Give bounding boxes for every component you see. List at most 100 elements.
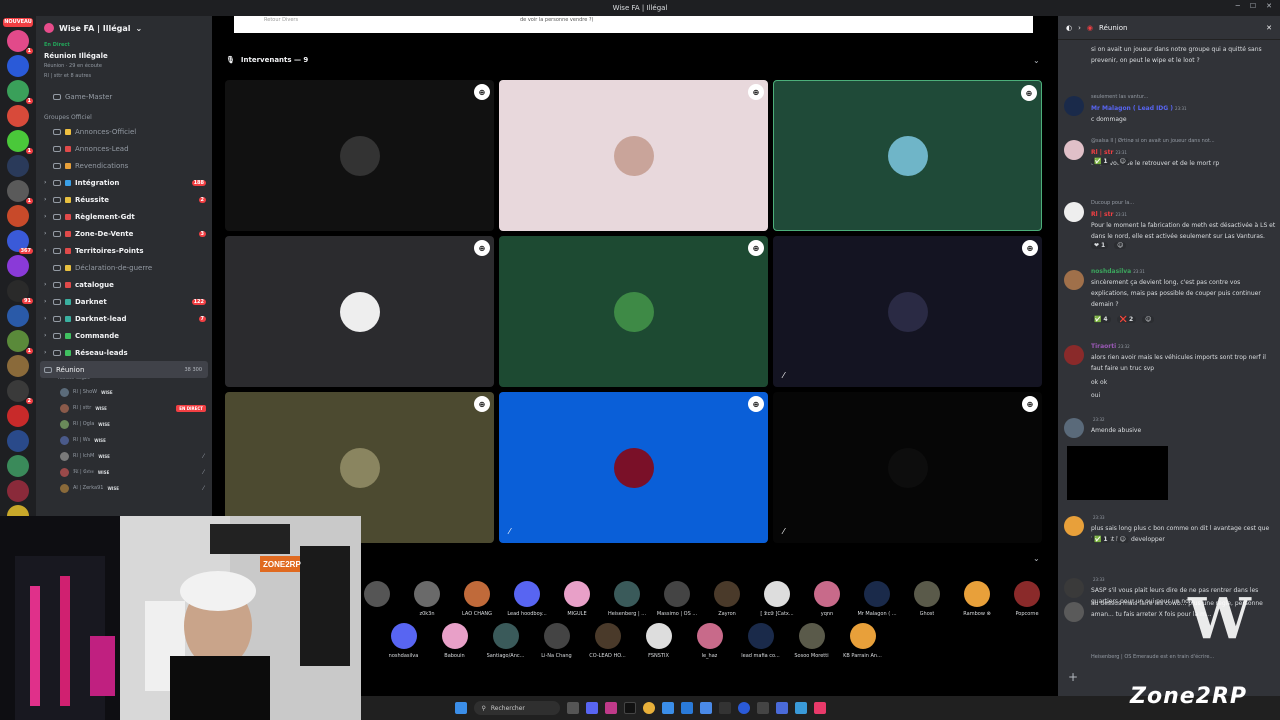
reaction-check[interactable]: ✅ 4 <box>1091 316 1111 323</box>
reaction-cross[interactable]: ❌ 2 <box>1116 316 1137 323</box>
voice-user[interactable]: Rl | ShoW WISE <box>36 384 212 400</box>
channel-item[interactable]: › Darknet 122 <box>36 293 212 310</box>
speaker-tile[interactable]: ⊕ ⁄ <box>773 236 1042 387</box>
channel-item[interactable]: › Réseau-leads <box>36 344 212 361</box>
audience-member[interactable]: CO-LEAD HO... <box>582 623 633 659</box>
server-icon[interactable]: 367 <box>7 230 33 254</box>
server-icon[interactable]: 91 <box>7 280 33 304</box>
avatar[interactable] <box>1064 578 1084 598</box>
speaker-tile[interactable]: ⊕ ⁄ <box>499 392 768 543</box>
audience-member[interactable]: Lead hoodboy... <box>502 581 552 617</box>
server-header[interactable]: Wise FA | Illégal ⌄ <box>36 16 212 40</box>
discord-icon[interactable] <box>585 702 598 714</box>
speaker-tile[interactable]: ⊕ ⁄ <box>773 392 1042 543</box>
audience-member[interactable]: Massimo | OS ... <box>652 581 702 617</box>
audience-member[interactable]: noshdasilva <box>378 623 429 659</box>
reactions[interactable]: ❤ 1 ☺ <box>1091 242 1127 249</box>
voice-user[interactable]: Al | Zerka91 WISE ⁄ <box>36 480 212 496</box>
task-view-icon[interactable] <box>566 702 579 714</box>
channel-item[interactable]: › Commande <box>36 327 212 344</box>
pin-icon[interactable]: ⊕ <box>748 84 764 100</box>
channel-item[interactable]: › Règlement-Gdt <box>36 208 212 225</box>
voice-user[interactable]: Rl | lchM WISE ⁄ <box>36 448 212 464</box>
speaker-tile[interactable]: ⊕ <box>773 80 1042 231</box>
chevron-down-icon[interactable]: ⌄ <box>1033 554 1040 563</box>
server-icon[interactable]: 1 <box>7 180 33 204</box>
voice-user[interactable]: Rl | Ws WISE <box>36 432 212 448</box>
audience-member[interactable]: Li-Na Chang <box>531 623 582 659</box>
voice-user[interactable]: Rl | sttr WISE EN DIRECT <box>36 400 212 416</box>
windows-start-icon[interactable] <box>454 702 467 714</box>
speaker-tile[interactable]: ⊕ <box>499 236 768 387</box>
minimize-icon[interactable]: ─ <box>1236 2 1240 10</box>
channel-item[interactable]: › Réussite 2 <box>36 191 212 208</box>
reply-preview[interactable]: seulement las vantur... <box>1091 92 1276 103</box>
reply-preview[interactable]: Ducoup pour la... <box>1091 198 1276 209</box>
add-attachment-icon[interactable]: + <box>1068 670 1078 684</box>
server-icon[interactable]: 1 <box>7 330 33 354</box>
audience-member[interactable]: Mr Malagon ( ... <box>852 581 902 617</box>
reaction-check[interactable]: ✅ 1 <box>1091 158 1111 165</box>
pin-icon[interactable]: ⊕ <box>474 84 490 100</box>
app-icon[interactable] <box>699 702 712 714</box>
chrome-icon[interactable] <box>642 702 655 714</box>
channel-item[interactable]: › Zone-De-Vente 3 <box>36 225 212 242</box>
server-icon[interactable] <box>7 255 29 277</box>
audience-member[interactable]: yqnn <box>802 581 852 617</box>
add-reaction-icon[interactable]: ☺ <box>1142 316 1155 323</box>
app-icon[interactable] <box>737 702 750 714</box>
audience-member[interactable]: le_haz <box>684 623 735 659</box>
speaker-tile[interactable]: ⊕ <box>225 236 494 387</box>
close-icon[interactable]: ✕ <box>1266 24 1272 32</box>
avatar[interactable] <box>1064 418 1084 438</box>
channel-item[interactable]: Annonces-Lead <box>36 140 212 157</box>
reactions[interactable]: ✅ 4 ❌ 2 ☺ <box>1091 316 1155 323</box>
server-icon[interactable]: 2 <box>7 380 33 404</box>
avatar[interactable] <box>1064 345 1084 365</box>
audience-member[interactable]: Zayron <box>702 581 752 617</box>
channel-item[interactable]: Déclaration-de-guerre <box>36 259 212 276</box>
reaction-heart[interactable]: ❤ 1 <box>1091 242 1109 249</box>
pin-icon[interactable]: ⊕ <box>474 396 490 412</box>
message-author[interactable]: Rl | str <box>1091 149 1113 156</box>
server-icon[interactable] <box>7 155 29 177</box>
pin-icon[interactable]: ⊕ <box>1022 240 1038 256</box>
audience-member[interactable]: LAO CHANG <box>452 581 502 617</box>
channel-game-master[interactable]: Game-Master <box>36 88 212 105</box>
reactions[interactable]: ✅ 1 ☺ <box>1091 158 1129 165</box>
reactions[interactable]: ✅ 1 ☺ <box>1091 536 1129 543</box>
audience-member[interactable]: Babouin <box>429 623 480 659</box>
taskbar-search[interactable]: ⚲ Rechercher <box>473 701 560 715</box>
avatar[interactable] <box>1064 516 1084 536</box>
server-icon[interactable]: 1 <box>7 130 33 154</box>
avatar[interactable] <box>1064 602 1084 622</box>
server-icon[interactable] <box>7 355 29 377</box>
server-icon[interactable] <box>7 405 29 427</box>
add-reaction-icon[interactable]: ☺ <box>1114 242 1127 249</box>
server-icon[interactable] <box>7 480 29 502</box>
channel-item[interactable]: Annonces-Officiel <box>36 123 212 140</box>
edge-icon[interactable] <box>661 702 674 714</box>
add-reaction-icon[interactable]: ☺ <box>1116 536 1129 543</box>
avatar[interactable] <box>1064 96 1084 116</box>
audience-member[interactable]: Heisenberg | ... <box>602 581 652 617</box>
message-author[interactable]: Mr Malagon ( Lead IDG ) <box>1091 105 1173 112</box>
pin-icon[interactable]: ⊕ <box>1021 85 1037 101</box>
voice-status-panel[interactable]: En Direct Réunion Illégale Réunion · 29 … <box>36 40 212 83</box>
channel-item[interactable]: › Darknet-lead 7 <box>36 310 212 327</box>
channel-reunion[interactable]: Réunion 38 300 <box>40 361 208 378</box>
app-icon[interactable] <box>718 702 731 714</box>
server-icon[interactable]: 1 <box>7 80 33 104</box>
audience-member[interactable]: Rambow ⊗ <box>952 581 1002 617</box>
pin-icon[interactable]: ⊕ <box>1022 396 1038 412</box>
audience-member[interactable]: Santiago/Anc... <box>480 623 531 659</box>
server-icon[interactable] <box>7 205 29 227</box>
audience-member[interactable]: FSNSTIX <box>633 623 684 659</box>
add-reaction-icon[interactable]: ☺ <box>1116 158 1129 165</box>
message-author[interactable]: noshdasilva <box>1091 268 1131 275</box>
reply-preview[interactable]: @salsa Il | Ørtinø si on avait un joueur… <box>1091 136 1276 147</box>
avatar[interactable] <box>1064 270 1084 290</box>
app-icon[interactable] <box>756 702 769 714</box>
audience-member[interactable]: z0k3n <box>402 581 452 617</box>
message-author[interactable]: Tiraorti <box>1091 343 1116 350</box>
